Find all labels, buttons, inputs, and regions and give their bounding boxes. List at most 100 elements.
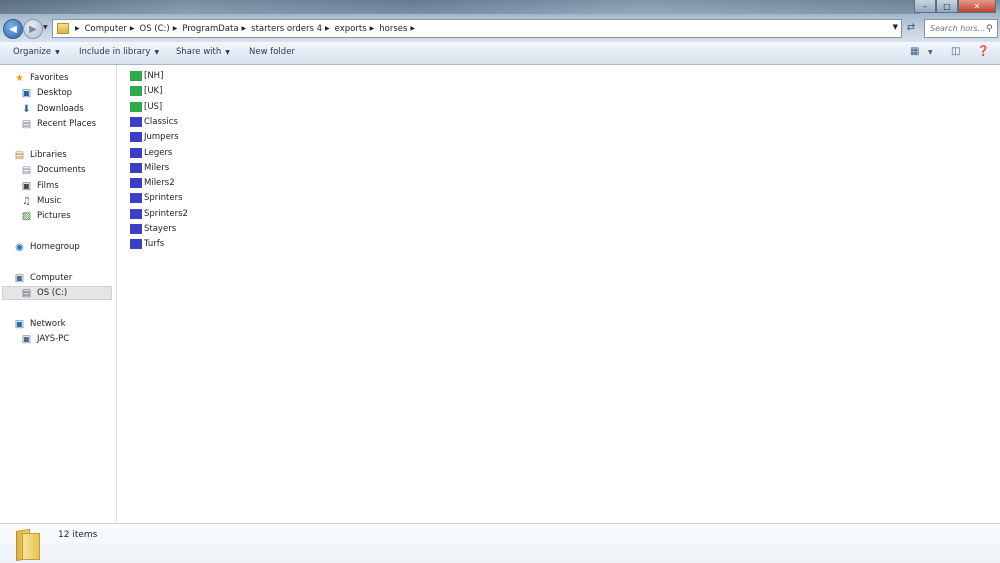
refresh-button[interactable]: ⇄ <box>903 20 919 36</box>
nav-music[interactable]: ♫ Music <box>21 194 61 208</box>
chevron-right-icon[interactable]: ▶ <box>410 25 415 32</box>
nav-network-label: Network <box>30 319 66 329</box>
file-name: Classics <box>144 116 178 127</box>
music-icon: ♫ <box>22 195 31 207</box>
close-button[interactable]: ✕ <box>958 0 996 13</box>
file-type-icon <box>130 101 142 112</box>
maximize-button[interactable]: □ <box>936 0 958 13</box>
organize-button[interactable]: Organize ▼ <box>13 47 60 57</box>
preview-pane-icon: ◫ <box>951 46 961 57</box>
caret-down-icon: ▼ <box>225 49 230 56</box>
list-item[interactable]: Legers <box>130 146 172 160</box>
desktop-icon: ▣ <box>21 87 32 99</box>
file-name: Sprinters <box>144 193 183 204</box>
nav-os-c[interactable]: ▤ OS (C:) <box>2 286 112 300</box>
command-bar: Organize ▼ Include in library ▼ Share with… <box>0 42 1000 65</box>
view-dropdown[interactable]: ▼ <box>928 49 933 56</box>
file-type-icon <box>130 132 142 143</box>
details-pane: 12 items <box>0 523 1000 563</box>
address-bar[interactable]: ▶ Computer ▶ OS (C:) ▶ ProgramData ▶ sta… <box>52 19 902 38</box>
forward-button[interactable]: ▶ <box>23 19 43 39</box>
new-folder-button[interactable]: New folder <box>249 47 295 57</box>
list-item[interactable]: Sprinters <box>130 191 183 205</box>
list-item[interactable]: Milers <box>130 161 169 175</box>
share-with-button[interactable]: Share with ▼ <box>176 47 230 57</box>
chevron-right-icon[interactable]: ▶ <box>370 25 375 32</box>
back-button[interactable]: ◀ <box>3 19 23 39</box>
preview-pane-button[interactable]: ◫ <box>951 46 960 57</box>
file-name: Milers <box>144 162 170 173</box>
chevron-right-icon[interactable]: ▶ <box>75 25 80 32</box>
nav-downloads[interactable]: ⬇ Downloads <box>21 102 83 116</box>
libraries-icon: ▤ <box>14 149 25 161</box>
file-name: Sprinters2 <box>144 208 188 219</box>
search-input[interactable] <box>925 24 986 33</box>
minimize-button[interactable]: – <box>914 0 936 13</box>
list-item[interactable]: Milers2 <box>130 176 175 190</box>
file-name: Turfs <box>144 239 165 250</box>
nav-computer[interactable]: ▣ Computer <box>14 271 73 285</box>
file-type-icon <box>130 162 142 173</box>
chevron-right-icon[interactable]: ▶ <box>130 25 135 32</box>
nav-music-label: Music <box>37 196 62 206</box>
network-icon: ▣ <box>14 318 25 330</box>
nav-desktop-label: Desktop <box>37 88 73 98</box>
recent-places-icon: ▤ <box>21 118 32 130</box>
help-button[interactable]: ❓ <box>977 46 989 57</box>
share-with-label: Share with <box>176 47 222 57</box>
downloads-icon: ⬇ <box>22 103 31 115</box>
file-type-icon <box>130 224 142 234</box>
list-item[interactable]: Sprinters2 <box>130 207 188 221</box>
nav-recent-places[interactable]: ▤ Recent Places <box>21 117 96 131</box>
breadcrumb-horses[interactable]: horses <box>379 24 407 34</box>
change-view-button[interactable]: ▦ <box>910 46 919 57</box>
address-history-dropdown[interactable]: ▼ <box>893 23 898 31</box>
file-type-icon <box>130 71 142 81</box>
chevron-right-icon[interactable]: ▶ <box>173 25 178 32</box>
list-item[interactable]: Jumpers <box>130 130 179 144</box>
nav-documents[interactable]: ▤ Documents <box>21 163 86 177</box>
drive-icon: ▤ <box>21 287 32 299</box>
nav-homegroup[interactable]: ◉ Homegroup <box>14 240 80 254</box>
file-type-icon <box>130 116 142 127</box>
nav-films-label: Films <box>37 181 59 191</box>
include-in-library-button[interactable]: Include in library ▼ <box>79 47 159 57</box>
file-name: Stayers <box>144 224 177 234</box>
documents-icon: ▤ <box>21 164 32 176</box>
list-item[interactable]: [UK] <box>130 84 162 98</box>
search-box[interactable]: ⚲ <box>924 19 998 38</box>
caret-down-icon: ▼ <box>55 49 60 56</box>
breadcrumb-computer[interactable]: Computer <box>85 24 127 34</box>
nav-libraries[interactable]: ▤ Libraries <box>14 148 67 162</box>
list-item[interactable]: Stayers <box>130 222 176 236</box>
nav-desktop[interactable]: ▣ Desktop <box>21 86 72 100</box>
breadcrumb-starters-orders[interactable]: starters orders 4 <box>251 24 322 34</box>
breadcrumb-os-c[interactable]: OS (C:) <box>140 24 170 34</box>
file-type-icon <box>130 178 142 189</box>
navigation-pane: ★ Favorites ▣ Desktop ⬇ Downloads ▤ Recent P… <box>0 65 117 523</box>
list-item[interactable]: [US] <box>130 100 162 114</box>
nav-films[interactable]: ▣ Films <box>21 179 59 193</box>
caret-down-icon: ▼ <box>154 49 160 56</box>
nav-pictures-label: Pictures <box>37 211 71 221</box>
list-item[interactable]: [NH] <box>130 69 163 83</box>
nav-pictures[interactable]: ▨ Pictures <box>21 209 71 223</box>
window-title-bar: – □ ✕ ◀ ▶ ▼ ▶ Computer ▶ OS (C:) ▶ Progr… <box>0 0 1000 42</box>
recent-pages-dropdown[interactable]: ▼ <box>43 24 48 31</box>
nav-network[interactable]: ▣ Network <box>14 317 66 331</box>
search-icon[interactable]: ⚲ <box>986 24 993 34</box>
list-item[interactable]: Turfs <box>130 237 164 251</box>
folder-icon <box>57 23 69 34</box>
nav-favorites[interactable]: ★ Favorites <box>14 71 68 85</box>
breadcrumb-programdata[interactable]: ProgramData <box>182 24 238 34</box>
list-item[interactable]: Classics <box>130 115 178 129</box>
chevron-right-icon[interactable]: ▶ <box>242 25 247 32</box>
include-in-library-label: Include in library <box>79 47 151 57</box>
item-count: 12 items <box>58 530 98 540</box>
nav-jays-pc-label: JAYS-PC <box>37 334 70 344</box>
nav-jays-pc[interactable]: ▣ JAYS-PC <box>21 332 69 346</box>
file-type-icon <box>130 208 142 219</box>
chevron-right-icon[interactable]: ▶ <box>325 25 330 32</box>
pictures-icon: ▨ <box>21 210 32 222</box>
breadcrumb-exports[interactable]: exports <box>335 24 367 34</box>
